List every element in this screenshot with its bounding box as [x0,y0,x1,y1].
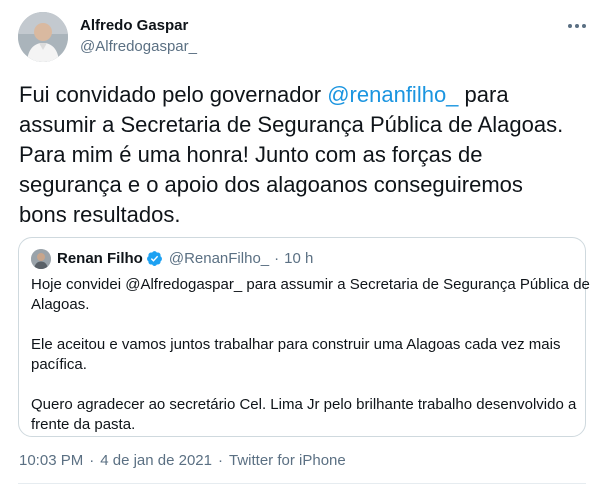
quoted-paragraph: Ele aceitou e vamos juntos trabalhar par… [31,335,576,375]
quoted-line: frente da pasta. [31,416,136,433]
quoted-line: Quero agradecer ao secretário Cel. Lima … [31,396,577,413]
tweet-time-link[interactable]: 10:03 PM [19,452,83,469]
tweet-card: Alfredo Gaspar @Alfredogaspar_ Fui convi… [0,0,602,486]
tweet-text: Fui convidado pelo governador @renanfilh… [19,80,589,230]
meta-separator: · [89,452,95,469]
quoted-timestamp: 10 h [284,250,314,267]
quoted-author-name: Renan Filho [57,250,143,267]
tweet-date-link[interactable]: 4 de jan de 2021 [100,452,212,469]
tweet-text-segment: Fui convidado pelo governador [19,82,328,107]
tweet-line: assumir a Secretaria de Segurança Públic… [19,112,564,137]
tweet-text-segment: para [458,82,509,107]
tweet-line: segurança e o apoio dos alagoanos conseg… [19,172,523,197]
meta-separator: · [218,452,223,469]
more-options-button[interactable] [565,16,589,36]
author-avatar[interactable] [18,12,68,62]
tweet-line: Para mim é uma honra! Junto com as força… [19,142,483,167]
quoted-text: Hoje convidei @Alfredogaspar_ para assum… [31,275,590,435]
quoted-author-avatar [31,249,51,269]
quoted-line: Ele aceitou e vamos juntos trabalhar par… [31,336,561,353]
quoted-tweet[interactable]: Renan Filho @RenanFilho_ · 10 h Hoje con… [18,237,590,437]
author-name[interactable]: Alfredo Gaspar [80,17,188,34]
quoted-line: Hoje convidei @Alfredogaspar_ para assum… [31,276,590,293]
quoted-separator: · [274,250,280,267]
quoted-paragraph: Hoje convidei @Alfredogaspar_ para assum… [31,275,590,315]
tweet-line: Fui convidado pelo governador @renanfilh… [19,80,589,110]
verified-badge-icon [146,251,162,266]
author-handle[interactable]: @Alfredogaspar_ [80,38,197,55]
mention-link[interactable]: @renanfilho_ [327,82,458,107]
quoted-header: Renan Filho @RenanFilho_ · 10 h [57,250,313,267]
quoted-line: Alagoas. [31,296,90,313]
tweet-source-link[interactable]: Twitter for iPhone [229,452,346,469]
more-horizontal-icon [568,24,586,28]
quoted-line: pacífica. [31,356,87,373]
quoted-paragraph: Quero agradecer ao secretário Cel. Lima … [31,395,576,435]
quoted-author-handle: @RenanFilho_ [168,250,270,267]
divider [18,483,586,484]
tweet-metadata: 10:03 PM · 4 de jan de 2021 · Twitter fo… [19,452,346,469]
tweet-line: bons resultados. [19,202,181,227]
